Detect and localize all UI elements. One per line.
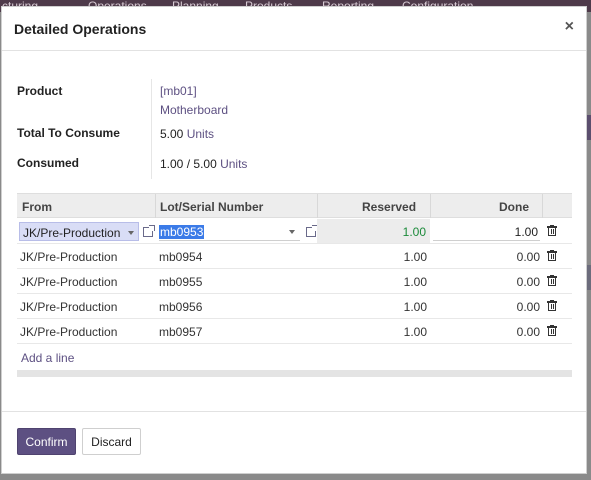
confirm-button[interactable]: Confirm	[17, 428, 76, 455]
product-code[interactable]: [mb01]	[160, 84, 228, 98]
column-separator	[430, 194, 431, 218]
product-label: Product	[17, 84, 63, 98]
lot-cell: mb0957	[159, 325, 203, 339]
column-header-done[interactable]: Done	[499, 200, 529, 214]
trash-icon[interactable]	[547, 325, 557, 336]
dialog-header: Detailed Operations ×	[2, 7, 586, 51]
consumed-uom: Units	[220, 157, 248, 171]
reserved-cell: 1.00	[403, 250, 427, 264]
trash-icon[interactable]	[547, 300, 557, 311]
trash-icon[interactable]	[547, 275, 557, 286]
table-row-editing[interactable]: JK/Pre-Production mb0953 1.00 1.00	[17, 219, 572, 244]
lot-cell: mb0954	[159, 250, 203, 264]
total-to-consume-value: 5.00 Units	[160, 127, 214, 141]
dialog-title: Detailed Operations	[14, 21, 147, 37]
detailed-operations-dialog: Detailed Operations × Product [mb01] Mot…	[1, 6, 587, 474]
reserved-value: 1.00	[402, 225, 426, 239]
external-link-icon[interactable]	[306, 225, 318, 237]
from-cell: JK/Pre-Production	[20, 325, 118, 339]
reserved-cell: 1.00	[317, 219, 430, 243]
consumed-total: 5.00	[193, 157, 217, 171]
from-cell: JK/Pre-Production	[20, 275, 118, 289]
column-separator	[317, 194, 318, 218]
done-quantity-input[interactable]: 1.00	[433, 222, 540, 241]
trash-icon[interactable]	[547, 225, 557, 236]
table-row[interactable]: JK/Pre-Production mb0957 1.00 0.00	[17, 319, 572, 344]
from-cell: JK/Pre-Production	[20, 300, 118, 314]
lot-serial-input[interactable]: mb0953	[159, 222, 300, 241]
table-row[interactable]: JK/Pre-Production mb0955 1.00 0.00	[17, 269, 572, 294]
lot-cell: mb0955	[159, 275, 203, 289]
total-uom: Units	[186, 127, 215, 141]
done-cell: 0.00	[516, 275, 540, 289]
trash-icon[interactable]	[547, 250, 557, 261]
consumed-value: 1.00 / 5.00 Units	[160, 157, 247, 171]
add-line-link[interactable]: Add a line	[21, 351, 74, 365]
from-location-value: JK/Pre-Production	[23, 226, 121, 240]
column-separator	[155, 194, 156, 218]
done-cell: 0.00	[516, 250, 540, 264]
consumed-label: Consumed	[17, 156, 80, 170]
done-value[interactable]: 1.00	[515, 225, 538, 239]
done-cell: 0.00	[516, 325, 540, 339]
column-header-lot[interactable]: Lot/Serial Number	[160, 200, 263, 214]
product-link[interactable]: [mb01] Motherboard	[160, 84, 228, 117]
reserved-cell: 1.00	[403, 275, 427, 289]
from-location-select[interactable]: JK/Pre-Production	[19, 222, 139, 241]
from-cell: JK/Pre-Production	[20, 250, 118, 264]
summary-divider	[151, 79, 152, 179]
total-qty: 5.00	[160, 127, 184, 141]
lot-cell: mb0956	[159, 300, 203, 314]
chevron-down-icon[interactable]	[289, 230, 295, 234]
table-footer	[17, 370, 572, 377]
close-button[interactable]: ×	[565, 18, 574, 36]
table-row[interactable]: JK/Pre-Production mb0956 1.00 0.00	[17, 294, 572, 319]
dialog-footer: Confirm Discard	[2, 411, 586, 475]
product-name[interactable]: Motherboard	[160, 103, 228, 117]
reserved-cell: 1.00	[403, 300, 427, 314]
table-header: From Lot/Serial Number Reserved Done	[17, 193, 572, 218]
total-to-consume-label: Total To Consume	[17, 126, 120, 140]
column-header-from[interactable]: From	[22, 200, 52, 214]
chevron-down-icon[interactable]	[128, 231, 134, 235]
column-header-reserved[interactable]: Reserved	[362, 200, 416, 214]
column-separator	[542, 194, 543, 218]
reserved-cell: 1.00	[403, 325, 427, 339]
table-row[interactable]: JK/Pre-Production mb0954 1.00 0.00	[17, 244, 572, 269]
consumed-separator: /	[186, 157, 191, 171]
external-link-icon[interactable]	[143, 225, 155, 237]
lot-serial-selected-text[interactable]: mb0953	[159, 225, 205, 239]
done-cell: 0.00	[516, 300, 540, 314]
consumed-qty: 1.00	[160, 157, 184, 171]
discard-button[interactable]: Discard	[82, 428, 141, 455]
